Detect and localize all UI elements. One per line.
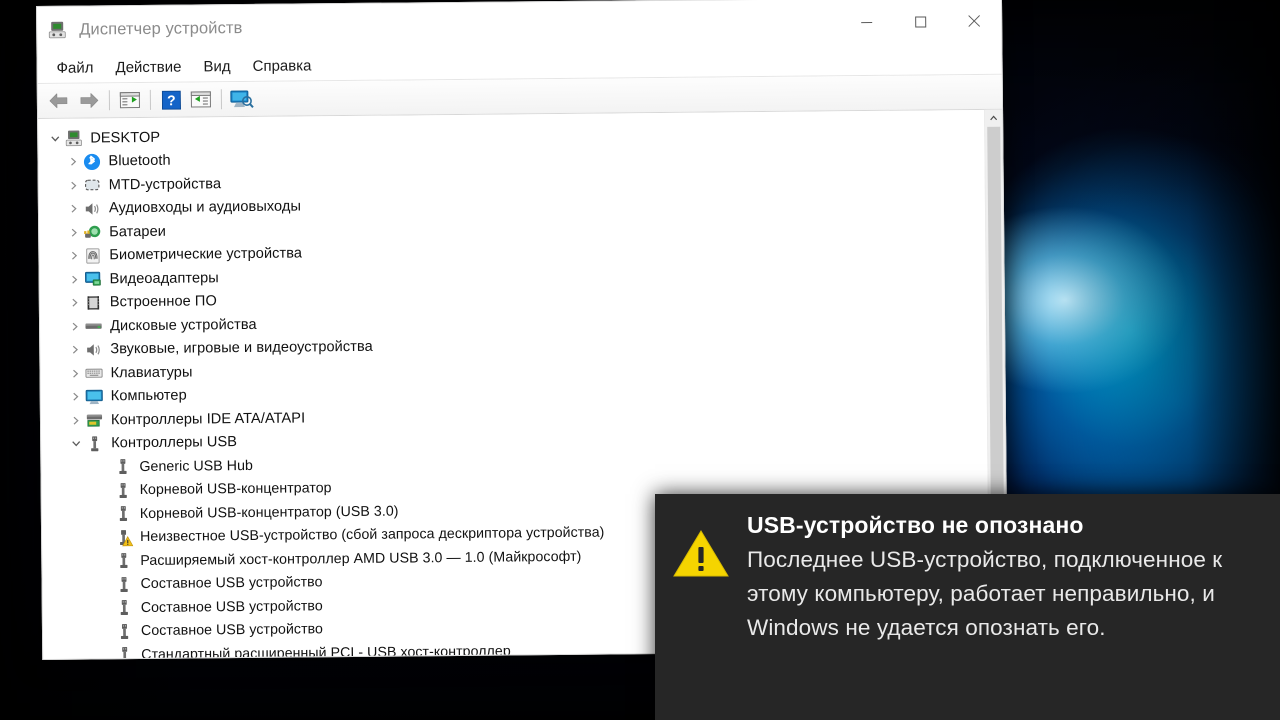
ide-controller-icon — [85, 411, 104, 430]
chevron-right-icon[interactable] — [65, 180, 83, 190]
tree-device-label: Generic USB Hub — [139, 457, 254, 475]
chevron-right-icon[interactable] — [66, 298, 84, 308]
menu-item-file[interactable]: Файл — [45, 57, 104, 79]
chevron-down-icon[interactable] — [67, 439, 85, 449]
toolbar-separator — [108, 90, 111, 111]
chevron-right-icon[interactable] — [67, 392, 85, 402]
chevron-right-icon[interactable] — [64, 157, 82, 167]
scrollbar-thumb[interactable] — [987, 126, 1004, 522]
tree-item-label: Звуковые, игровые и видеоустройства — [110, 339, 373, 358]
fingerprint-icon — [83, 246, 102, 265]
tree-device-label: Расширяемый хост-контроллер AMD USB 3.0 … — [140, 548, 582, 569]
usb-icon — [85, 434, 104, 453]
tree-item-label: Контроллеры USB — [111, 434, 238, 452]
tree-item-label: Контроллеры IDE ATA/ATAPI — [110, 410, 306, 429]
tree-device-label: Корневой USB-концентратор (USB 3.0) — [139, 503, 399, 522]
tree-item-label: Видеоадаптеры — [109, 270, 219, 288]
toast-body: USB-устройство не опознано Последнее USB… — [747, 512, 1280, 645]
toast-message: Последнее USB-устройство, подключенное к… — [747, 547, 1223, 640]
back-button[interactable] — [44, 87, 74, 115]
computer-icon — [64, 129, 83, 148]
scroll-up-button[interactable] — [985, 109, 1003, 127]
monitor-icon — [85, 387, 104, 406]
maximize-button[interactable] — [893, 0, 947, 45]
svg-text:?: ? — [167, 92, 176, 108]
menu-item-action[interactable]: Действие — [104, 56, 192, 78]
speaker-icon — [83, 199, 102, 218]
chevron-down-icon[interactable] — [46, 133, 64, 143]
usb-icon — [113, 457, 132, 476]
tree-item-label: Биометрические устройства — [109, 245, 303, 264]
keyboard-icon — [84, 364, 103, 383]
firmware-icon — [84, 293, 103, 312]
tree-item-label: Клавиатуры — [110, 364, 193, 382]
usb-icon — [115, 598, 134, 617]
chevron-right-icon[interactable] — [65, 227, 83, 237]
battery-icon — [83, 223, 102, 242]
chevron-right-icon[interactable] — [67, 415, 85, 425]
usb-icon — [114, 575, 133, 594]
minimize-button[interactable] — [839, 0, 893, 45]
tree-device-label: Корневой USB-концентратор — [139, 480, 332, 499]
usb-icon — [115, 645, 134, 659]
update-driver-button[interactable] — [186, 85, 216, 113]
chevron-right-icon[interactable] — [65, 251, 83, 261]
usb-icon — [114, 481, 133, 500]
chevron-right-icon[interactable] — [66, 345, 84, 355]
usb-icon — [114, 504, 133, 523]
forward-button[interactable] — [74, 86, 104, 114]
window-controls — [839, 0, 1001, 45]
scan-hardware-button[interactable] — [227, 85, 257, 113]
chevron-right-icon[interactable] — [66, 368, 84, 378]
toolbar-separator — [149, 89, 152, 110]
device-manager-icon — [47, 20, 67, 40]
tree-item-label: Bluetooth — [108, 152, 171, 170]
tree-device-label: Составное USB устройство — [140, 598, 323, 616]
tree-item-label: Аудиовходы и аудиовыходы — [108, 198, 302, 217]
tree-device-label: Неизвестное USB-устройство (сбой запроса… — [140, 524, 605, 546]
mtd-icon — [83, 176, 102, 195]
toast-title: USB-устройство не опознано — [747, 512, 1084, 538]
close-button[interactable] — [947, 0, 1001, 44]
tree-item-label: Встроенное ПО — [109, 293, 217, 311]
usb-icon — [114, 551, 133, 570]
chevron-right-icon[interactable] — [66, 274, 84, 284]
chevron-right-icon[interactable] — [66, 321, 84, 331]
display-adapter-icon — [84, 270, 103, 289]
tree-item-label: Дисковые устройства — [109, 316, 257, 335]
tree-item-label: Батареи — [109, 223, 166, 241]
properties-button[interactable] — [115, 86, 145, 114]
menu-item-help[interactable]: Справка — [241, 55, 322, 77]
usb-warning-icon — [114, 528, 134, 547]
usb-icon — [115, 622, 134, 641]
speaker-icon — [84, 340, 103, 359]
tree-device-label: Составное USB устройство — [140, 621, 324, 640]
toolbar-separator — [220, 89, 222, 110]
usb-notification-toast[interactable]: USB-устройство не опознано Последнее USB… — [655, 494, 1280, 720]
chevron-right-icon[interactable] — [65, 204, 83, 214]
tree-item-label: MTD-устройства — [108, 175, 222, 194]
title-bar[interactable]: Диспетчер устройств — [37, 0, 1002, 53]
tree-device-label: Составное USB устройство — [140, 574, 323, 593]
help-button[interactable]: ? — [156, 86, 186, 114]
tree-root-label: DESKTOP — [90, 129, 161, 147]
tree-item-label: Компьютер — [110, 387, 187, 405]
warning-triangle-icon — [655, 512, 747, 580]
window-title: Диспетчер устройств — [79, 18, 243, 39]
bluetooth-icon — [82, 152, 101, 171]
menu-item-view[interactable]: Вид — [192, 56, 241, 77]
disk-drive-icon — [84, 317, 103, 336]
